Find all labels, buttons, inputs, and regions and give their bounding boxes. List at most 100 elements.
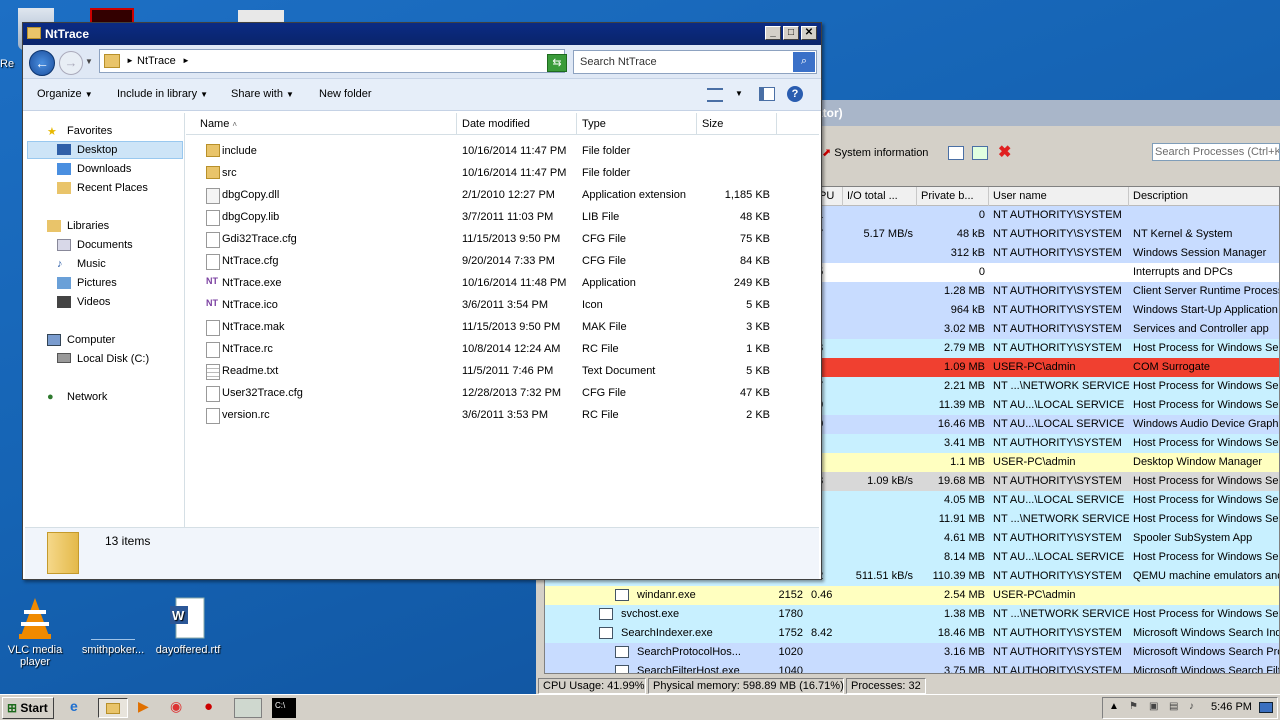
breadcrumb-nttrace[interactable]: NtTrace	[137, 55, 176, 67]
file-row[interactable]: dbgCopy.lib 3/7/2011 11:03 PM LIB File 48 K…	[186, 207, 819, 229]
nav-documents[interactable]: Documents	[77, 239, 133, 251]
desktop-icon-dayoffered[interactable]: W dayoffered.rtf	[150, 596, 226, 656]
media-player-icon[interactable]: ▶	[138, 698, 160, 718]
preview-pane-icon[interactable]	[759, 87, 775, 101]
file-row[interactable]: Readme.txt 11/5/2011 7:46 PM Text Document…	[186, 361, 819, 383]
file-cell-name: Gdi32Trace.cfg	[222, 233, 297, 245]
file-row[interactable]: NtTrace.rc 10/8/2014 12:24 AM RC File 1 KB	[186, 339, 819, 361]
maximize-button[interactable]: □	[783, 26, 799, 40]
column-date-modified[interactable]: Date modified	[457, 113, 577, 135]
nav-videos[interactable]: Videos	[77, 296, 110, 308]
tray-icon-1[interactable]: ⚑	[1129, 701, 1138, 712]
process-cell-io	[843, 320, 917, 339]
command-prompt-icon[interactable]: C:\	[272, 698, 296, 718]
column-io-total[interactable]: I/O total ...	[843, 187, 917, 206]
process-hacker-taskbar-button[interactable]	[234, 698, 262, 718]
close-button[interactable]: ✕	[801, 26, 817, 40]
file-row[interactable]: dbgCopy.dll 2/1/2010 12:27 PM Application …	[186, 185, 819, 207]
share-with-button[interactable]: Share with ▼	[231, 88, 294, 100]
desktop-icon-smithpoker[interactable]: smithpoker...	[78, 596, 148, 656]
column-private-bytes[interactable]: Private b...	[917, 187, 989, 206]
nav-computer[interactable]: Computer	[67, 334, 115, 346]
refresh-icon[interactable]: ⇆	[547, 54, 567, 72]
breadcrumb-separator-icon[interactable]: ►	[126, 56, 134, 65]
start-button[interactable]: ⊞ Start	[2, 697, 54, 719]
file-row[interactable]: User32Trace.cfg 12/28/2013 7:32 PM CFG Fil…	[186, 383, 819, 405]
file-row[interactable]: src 10/16/2014 11:47 PM File folder	[186, 163, 819, 185]
search-input[interactable]: Search NtTrace	[580, 56, 657, 68]
show-desktop-icon[interactable]	[1259, 702, 1273, 713]
nav-pictures[interactable]: Pictures	[77, 277, 117, 289]
file-row[interactable]: NtTrace.cfg 9/20/2014 7:33 PM CFG File 84 K…	[186, 251, 819, 273]
include-in-library-button[interactable]: Include in library ▼	[117, 88, 208, 100]
desktop-icon-vlc[interactable]: VLC media player	[0, 596, 70, 668]
file-cell-date: 10/8/2014 12:24 AM	[462, 343, 561, 355]
column-description[interactable]: Description	[1129, 187, 1279, 206]
nav-network[interactable]: Network	[67, 391, 107, 403]
opera-icon[interactable]: ●	[204, 698, 226, 718]
show-hidden-icons-button[interactable]: ▲	[1109, 701, 1119, 712]
process-cell-pid: 1020	[778, 646, 803, 658]
nav-favorites[interactable]: Favorites	[67, 125, 112, 137]
file-row[interactable]: version.rc 3/6/2011 3:53 PM RC File 2 KB	[186, 405, 819, 427]
search-box[interactable]: Search NtTrace ⌕	[573, 50, 817, 74]
explorer-titlebar[interactable]: NtTrace _ □ ✕	[23, 23, 821, 45]
process-row[interactable]: svchost.exe 1780 1.38 MB NT ...\NETWORK SER…	[545, 605, 1279, 624]
process-cell-cpu	[807, 662, 845, 673]
search-processes-input[interactable]: Search Processes (Ctrl+K)	[1152, 143, 1280, 161]
search-icon[interactable]: ⌕	[793, 52, 815, 72]
explorer-window[interactable]: NtTrace _ □ ✕ ← → ▼ ► NtTrace ► ▼ ⇆ Sear…	[22, 22, 822, 580]
chrome-icon[interactable]: ◉	[170, 698, 192, 718]
process-row[interactable]: SearchFilterHost.exe 1040 3.75 MB NT AUTHOR…	[545, 662, 1279, 673]
window-icon[interactable]	[948, 146, 964, 160]
forward-button[interactable]: →	[59, 51, 83, 75]
process-row[interactable]: windanr.exe 2152 0.46 2.54 MB USER-PC\admin	[545, 586, 1279, 605]
file-row[interactable]: NT NtTrace.exe 10/16/2014 11:48 PM Applicat…	[186, 273, 819, 295]
system-information-button[interactable]: ⬈ System information	[822, 146, 928, 159]
breadcrumb-chevron-icon[interactable]: ►	[182, 56, 190, 65]
nav-local-disk[interactable]: Local Disk (C:)	[77, 353, 149, 365]
nav-downloads[interactable]: Downloads	[77, 163, 131, 175]
file-row[interactable]: Gdi32Trace.cfg 11/15/2013 9:50 PM CFG File…	[186, 229, 819, 251]
nav-desktop[interactable]: Desktop	[77, 144, 117, 156]
file-row[interactable]: include 10/16/2014 11:47 PM File folder	[186, 141, 819, 163]
view-dropdown-icon[interactable]: ▼	[735, 89, 743, 98]
file-row[interactable]: NT NtTrace.ico 3/6/2011 3:54 PM Icon 5 KB	[186, 295, 819, 317]
help-icon[interactable]: ?	[787, 86, 803, 102]
internet-explorer-icon[interactable]: e	[70, 698, 92, 718]
volume-icon[interactable]: ♪	[1189, 701, 1194, 712]
tray-icon-2[interactable]: ▣	[1149, 701, 1158, 712]
process-cell-desc: Windows Session Manager	[1133, 247, 1267, 259]
videos-icon	[57, 296, 71, 308]
process-row[interactable]: SearchProtocolHos... 1020 3.16 MB NT AUTHOR…	[545, 643, 1279, 662]
window-go-icon[interactable]	[972, 146, 988, 160]
recent-pages-dropdown[interactable]: ▼	[85, 57, 93, 66]
explorer-taskbar-button[interactable]	[98, 698, 128, 718]
column-user-name[interactable]: User name	[989, 187, 1129, 206]
process-cell-priv: 0	[978, 209, 985, 221]
process-cell-priv: 2.21 MB	[944, 380, 985, 392]
nav-music[interactable]: Music	[77, 258, 106, 270]
minimize-button[interactable]: _	[765, 26, 781, 40]
column-size[interactable]: Size	[697, 113, 777, 135]
terminate-icon[interactable]: ✖	[998, 142, 1011, 162]
process-row[interactable]: SearchIndexer.exe 1752 8.42 18.46 MB NT AUTH…	[545, 624, 1279, 643]
back-button[interactable]: ←	[29, 50, 55, 76]
process-cell-priv: 4.05 MB	[944, 494, 985, 506]
process-hacker-statusbar: CPU Usage: 41.99% Physical memory: 598.8…	[536, 678, 1280, 694]
network-icon: ●	[47, 391, 54, 403]
process-cell-desc: Host Process for Windows Servi	[1133, 475, 1280, 487]
column-type[interactable]: Type	[577, 113, 697, 135]
nav-recent-places[interactable]: Recent Places	[77, 182, 148, 194]
organize-button[interactable]: Organize ▼	[37, 88, 93, 100]
new-folder-button[interactable]: New folder	[319, 88, 372, 100]
clock[interactable]: 5:46 PM	[1211, 701, 1252, 713]
network-tray-icon[interactable]: ▤	[1169, 701, 1178, 712]
nav-libraries[interactable]: Libraries	[67, 220, 109, 232]
process-cell-priv: 48 kB	[956, 228, 985, 240]
file-row[interactable]: NtTrace.mak 11/15/2013 9:50 PM MAK File 3 K…	[186, 317, 819, 339]
column-name[interactable]: Name ˄	[186, 113, 457, 135]
address-bar[interactable]: ► NtTrace ► ▼	[99, 49, 565, 73]
view-options-icon[interactable]	[707, 88, 723, 102]
file-list[interactable]: Name ˄ Date modified Type Size include 10…	[186, 113, 819, 527]
